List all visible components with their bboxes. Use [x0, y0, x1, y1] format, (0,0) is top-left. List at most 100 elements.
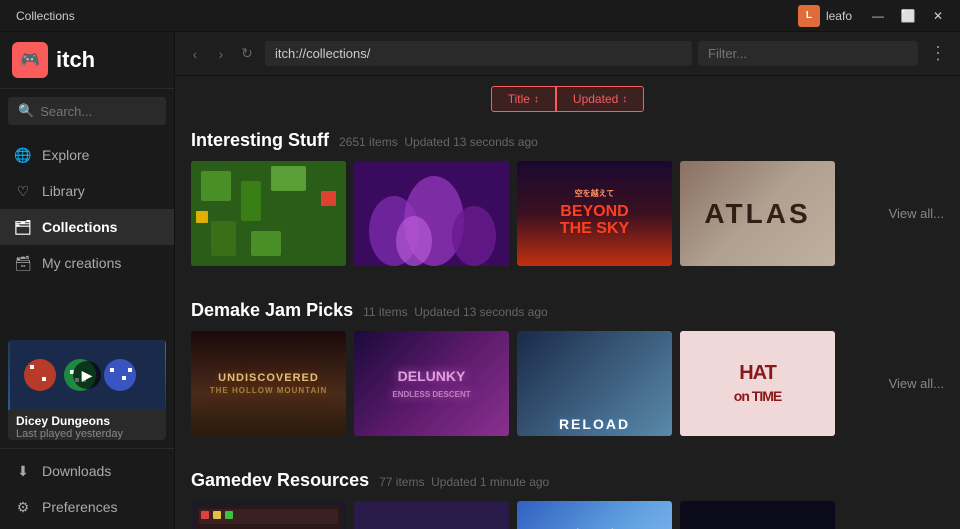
sidebar-item-my-creations[interactable]: 🗃 My creations [0, 245, 174, 281]
sidebar-bottom: ⬇ Downloads ⚙ Preferences [0, 448, 174, 529]
last-played-card[interactable]: ▶ Dicey Dungeons Last played yesterday [8, 340, 166, 440]
game-thumb-5[interactable]: UNDISCOVEREDTHE HOLLOW MOUNTAIN [191, 331, 346, 436]
creations-icon: 🗃 [14, 254, 32, 272]
sort-updated-button[interactable]: Updated ↕ [556, 86, 644, 112]
game-thumb-4[interactable]: ATLAS [680, 161, 835, 266]
back-button[interactable]: ‹ [183, 42, 207, 66]
collection-gamedev-resources: Gamedev Resources 77 items Updated 1 min… [191, 460, 944, 529]
collection-header-demake: Demake Jam Picks 11 items Updated 13 sec… [191, 290, 944, 321]
sort-title-button[interactable]: Title ↕ [491, 86, 556, 112]
sidebar-item-preferences[interactable]: ⚙ Preferences [0, 489, 174, 525]
undiscovered-text: UNDISCOVEREDTHE HOLLOW MOUNTAIN [210, 372, 328, 396]
navbar: ‹ › ↻ ⋮ [175, 32, 960, 76]
sidebar: 🎮 itch 🔍 🌐 Explore ♡ Library 🗂 Collectio… [0, 32, 175, 529]
titlebar-title: Collections [8, 9, 798, 23]
last-played-info: Dicey Dungeons Last played yesterday [8, 410, 166, 440]
collection-title-interesting: Interesting Stuff [191, 130, 329, 151]
collection-title-gamedev: Gamedev Resources [191, 470, 369, 491]
avatar: L [798, 5, 820, 27]
collection-header-interesting: Interesting Stuff 2651 items Updated 13 … [191, 120, 944, 151]
sidebar-label-preferences: Preferences [42, 499, 117, 515]
sidebar-item-downloads[interactable]: ⬇ Downloads [0, 453, 174, 489]
more-button[interactable]: ⋮ [924, 40, 952, 68]
game-thumb-10[interactable]: AaBbCcDdEeFfGgHhIiJjKkLlMmNnOoPpQqRrSsTt… [354, 501, 509, 529]
logo-icon: 🎮 [12, 42, 48, 78]
sort-title-arrow: ↕ [534, 94, 539, 105]
address-bar[interactable] [265, 41, 692, 66]
game-thumb-1[interactable] [191, 161, 346, 266]
collection-items-gamedev: 77 items Updated 1 minute ago [379, 475, 549, 489]
sidebar-label-collections: Collections [42, 219, 117, 235]
nav-arrows: ‹ › ↻ [183, 42, 259, 66]
game-thumb-9[interactable] [191, 501, 346, 529]
game-thumb-3[interactable]: 空を越えて BEYONDTHE SKY [517, 161, 672, 266]
downloads-icon: ⬇ [14, 462, 32, 480]
sidebar-label-downloads: Downloads [42, 463, 111, 479]
maximize-button[interactable]: ⬜ [894, 6, 922, 26]
nav-items: 🌐 Explore ♡ Library 🗂 Collections 🗃 My c… [0, 133, 174, 332]
game-thumb-11[interactable] [517, 501, 672, 529]
app-body: 🎮 itch 🔍 🌐 Explore ♡ Library 🗂 Collectio… [0, 32, 960, 529]
view-all-demake[interactable]: View all... [877, 376, 944, 391]
sort-updated-arrow: ↕ [622, 94, 627, 105]
cat-icon [565, 524, 625, 529]
sort-updated-label: Updated [573, 92, 618, 106]
game-thumb-6[interactable]: DELUNKYENDLESS DESCENT [354, 331, 509, 436]
last-played-subtitle: Last played yesterday [16, 428, 158, 440]
sort-bar: Title ↕ Updated ↕ [191, 76, 944, 120]
sidebar-label-explore: Explore [42, 147, 89, 163]
close-button[interactable]: ✕ [924, 6, 952, 26]
logo-text: itch [56, 47, 95, 73]
sidebar-item-explore[interactable]: 🌐 Explore [0, 137, 174, 173]
bts-jp-text: 空を越えて [575, 189, 615, 199]
search-input[interactable] [40, 104, 156, 119]
view-all-interesting[interactable]: View all... [877, 206, 944, 221]
collection-items-interesting: 2651 items Updated 13 seconds ago [339, 135, 538, 149]
preferences-icon: ⚙ [14, 498, 32, 516]
collection-items-demake: 11 items Updated 13 seconds ago [363, 305, 548, 319]
collection-header-gamedev: Gamedev Resources 77 items Updated 1 min… [191, 460, 944, 491]
window-controls: — ⬜ ✕ [864, 6, 952, 26]
sidebar-item-library[interactable]: ♡ Library [0, 173, 174, 209]
sort-title-label: Title [508, 92, 530, 106]
collection-title-demake: Demake Jam Picks [191, 300, 353, 321]
game-thumb-8[interactable]: HATon TIME [680, 331, 835, 436]
collection-games-interesting: 空を越えて BEYONDTHE SKY ATLAS View all... [191, 161, 944, 266]
search-icon: 🔍 [18, 103, 34, 119]
library-icon: ♡ [14, 182, 32, 200]
search-box[interactable]: 🔍 [8, 97, 166, 125]
game-art-1 [191, 161, 346, 266]
content-scroll[interactable]: Title ↕ Updated ↕ Interesting Stuff 2651… [175, 76, 960, 529]
collections-icon: 🗂 [14, 218, 32, 236]
username: leafo [826, 9, 852, 23]
last-played-thumbnail: ▶ [8, 340, 166, 410]
reload-text: RELOAD [559, 416, 630, 432]
refresh-button[interactable]: ↻ [235, 42, 259, 66]
atlas-text: ATLAS [704, 198, 810, 230]
collection-games-gamedev: AaBbCcDdEeFfGgHhIiJjKkLlMmNnOoPpQqRrSsTt… [191, 501, 944, 529]
resource-art-1 [191, 501, 346, 529]
filter-input[interactable] [698, 41, 918, 66]
minimize-button[interactable]: — [864, 6, 892, 26]
collection-interesting-stuff: Interesting Stuff 2651 items Updated 13 … [191, 120, 944, 266]
delunky-text: DELUNKYENDLESS DESCENT [392, 368, 470, 400]
hat-title: HATon TIME [734, 362, 781, 406]
explore-icon: 🌐 [14, 146, 32, 164]
logo-area: 🎮 itch [0, 32, 174, 89]
content-area: ‹ › ↻ ⋮ Title ↕ Updated ↕ [175, 32, 960, 529]
collection-demake-jam: Demake Jam Picks 11 items Updated 13 sec… [191, 290, 944, 436]
collection-games-demake: UNDISCOVEREDTHE HOLLOW MOUNTAIN DELUNKYE… [191, 331, 944, 436]
sidebar-label-creations: My creations [42, 255, 121, 271]
play-button[interactable]: ▶ [73, 361, 101, 389]
forward-button[interactable]: › [209, 42, 233, 66]
sidebar-item-collections[interactable]: 🗂 Collections [0, 209, 174, 245]
sidebar-label-library: Library [42, 183, 85, 199]
game-art-2 [354, 161, 509, 266]
titlebar: Collections L leafo — ⬜ ✕ [0, 0, 960, 32]
last-played-title: Dicey Dungeons [16, 414, 158, 428]
game-thumb-7[interactable]: RELOAD [517, 331, 672, 436]
game-thumb-2[interactable] [354, 161, 509, 266]
game-thumb-12[interactable]: TEXTREME its juicy AF [680, 501, 835, 529]
user-info: L leafo [798, 5, 852, 27]
bts-title: BEYONDTHE SKY [560, 203, 629, 238]
